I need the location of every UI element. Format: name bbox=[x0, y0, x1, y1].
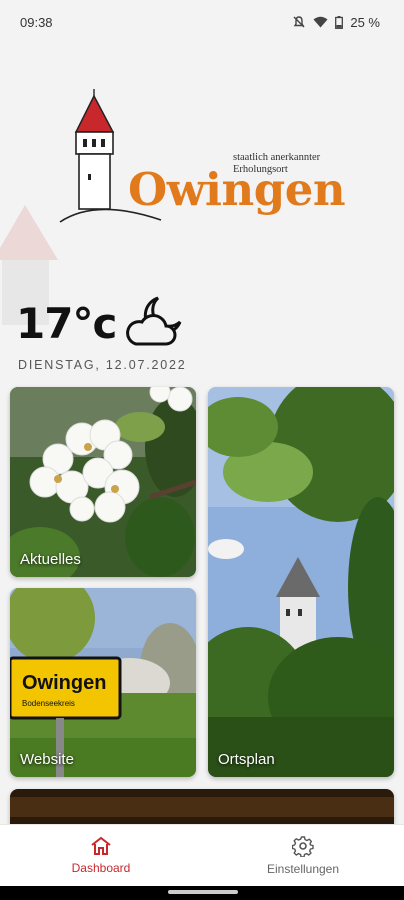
battery-icon bbox=[335, 15, 344, 29]
gear-icon bbox=[292, 836, 314, 857]
current-date: DIENSTAG, 12.07.2022 bbox=[18, 358, 187, 372]
nav-settings[interactable]: Einstellungen bbox=[202, 825, 404, 886]
logo-town-name: Owingen bbox=[128, 163, 346, 216]
tile-aktuelles-label: Aktuelles bbox=[20, 551, 81, 568]
bottom-navigation: Dashboard Einstellungen bbox=[0, 824, 404, 886]
apple-blossom-image bbox=[10, 387, 196, 577]
status-icons: 25 % bbox=[292, 15, 380, 30]
town-sign-image: Owingen Bodenseekreis bbox=[10, 588, 196, 777]
tile-website[interactable]: Owingen Bodenseekreis Website bbox=[10, 588, 196, 777]
sign-town-name: Owingen bbox=[22, 672, 106, 694]
tower-landscape-image bbox=[208, 387, 394, 777]
weather-widget: 17°c bbox=[16, 296, 184, 352]
tile-ortsplan[interactable]: Ortsplan bbox=[208, 387, 394, 777]
temperature: 17°c bbox=[16, 299, 117, 348]
tile-aktuelles[interactable]: Aktuelles bbox=[10, 387, 196, 577]
home-icon bbox=[91, 836, 111, 855]
wifi-icon bbox=[313, 16, 328, 28]
status-bar: 09:38 25 % bbox=[0, 0, 404, 44]
cloud-moon-icon bbox=[126, 296, 182, 346]
nav-dashboard-label: Dashboard bbox=[71, 861, 131, 875]
nav-settings-label: Einstellungen bbox=[266, 862, 340, 876]
status-time: 09:38 bbox=[20, 14, 53, 30]
home-gesture-pill[interactable] bbox=[168, 890, 238, 894]
battery-level: 25 % bbox=[350, 14, 380, 30]
tile-ortsplan-label: Ortsplan bbox=[218, 751, 275, 768]
nav-dashboard[interactable]: Dashboard bbox=[0, 825, 202, 886]
system-navigation-bar bbox=[0, 886, 404, 900]
mute-icon bbox=[293, 16, 305, 28]
sign-district: Bodenseekreis bbox=[22, 699, 75, 708]
tile-website-label: Website bbox=[20, 751, 74, 768]
